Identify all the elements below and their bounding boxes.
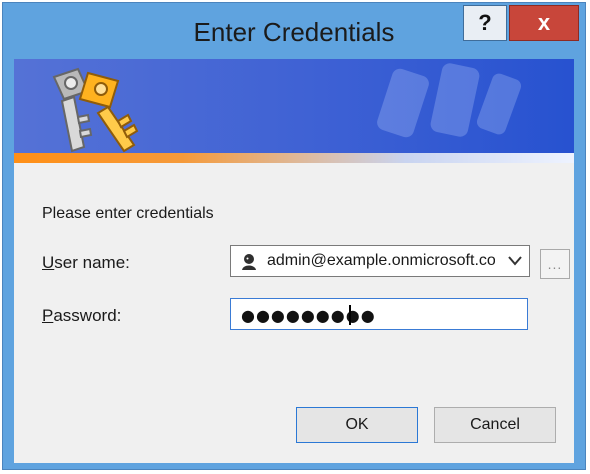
browse-button[interactable]: ...: [540, 249, 570, 279]
user-avatar-icon: [242, 254, 256, 270]
help-button[interactable]: ?: [463, 5, 507, 41]
ok-button[interactable]: OK: [296, 407, 418, 443]
username-label-rest: ser name:: [54, 253, 130, 272]
credentials-dialog: Enter Credentials ? x Please enter crede…: [2, 2, 586, 470]
keys-watermark-icon: [377, 63, 522, 138]
password-input[interactable]: ●●●●●●●●●: [230, 298, 528, 330]
username-value[interactable]: admin@example.onmicrosoft.com: [267, 252, 495, 270]
password-label-rest: assword:: [53, 306, 122, 325]
header-banner: [14, 59, 574, 163]
password-label: Password:: [42, 306, 121, 326]
banner-accent-stripe: [14, 153, 574, 163]
password-masked-value: ●●●●●●●●●: [241, 306, 376, 325]
chevron-down-icon[interactable]: [507, 254, 523, 268]
text-caret: [349, 305, 351, 325]
username-label-mnemonic: U: [42, 253, 55, 272]
close-button[interactable]: x: [509, 5, 579, 41]
title-bar[interactable]: Enter Credentials ? x: [3, 3, 585, 59]
dialog-body: Please enter credentials User name: admi…: [14, 59, 574, 463]
password-label-mnemonic: P: [42, 306, 54, 325]
username-combobox[interactable]: admin@example.onmicrosoft.com: [230, 245, 530, 277]
cancel-button[interactable]: Cancel: [434, 407, 556, 443]
instruction-text: Please enter credentials: [42, 205, 214, 222]
keys-icon: [52, 67, 139, 153]
username-label: User name:: [42, 253, 130, 273]
